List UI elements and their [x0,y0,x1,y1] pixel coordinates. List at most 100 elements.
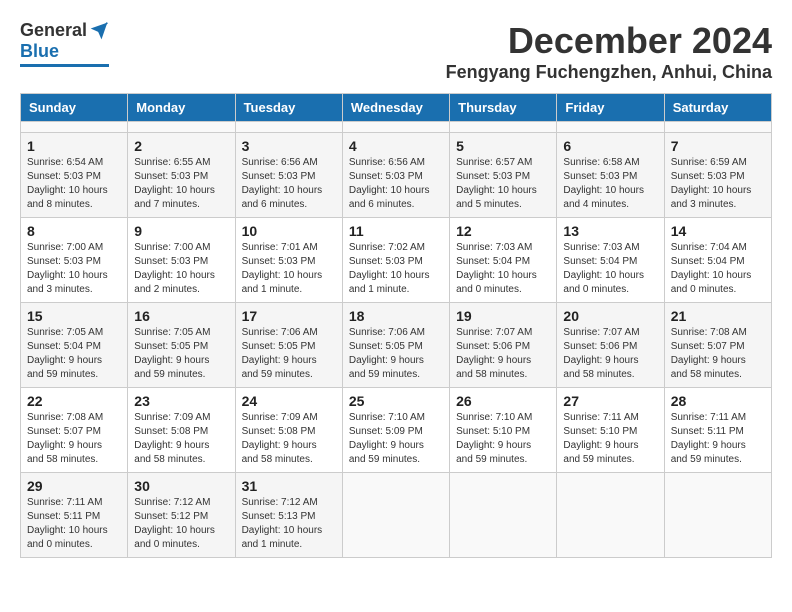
day-number: 19 [456,308,550,324]
calendar-cell: 19Sunrise: 7:07 AMSunset: 5:06 PMDayligh… [450,303,557,388]
day-number: 22 [27,393,121,409]
calendar-header-tuesday: Tuesday [235,94,342,122]
calendar-cell: 22 Sunrise: 7:08 AMSunset: 5:07 PMDayligh… [21,388,128,473]
calendar-week-row: 8 Sunrise: 7:00 AMSunset: 5:03 PMDaylight… [21,218,772,303]
calendar-week-row: 29 Sunrise: 7:11 AMSunset: 5:11 PMDayligh… [21,473,772,558]
calendar-cell: 30 Sunrise: 7:12 AMSunset: 5:12 PMDayligh… [128,473,235,558]
calendar-header-saturday: Saturday [664,94,771,122]
calendar-cell: 21 Sunrise: 7:08 AMSunset: 5:07 PMDayligh… [664,303,771,388]
day-number: 17 [242,308,336,324]
calendar-cell: 14 Sunrise: 7:04 AMSunset: 5:04 PMDayligh… [664,218,771,303]
calendar-header-sunday: Sunday [21,94,128,122]
day-info: Sunrise: 6:56 AMSunset: 5:03 PMDaylight:… [349,156,443,212]
day-info: Sunrise: 7:11 AMSunset: 5:11 PMDaylight:… [27,496,121,552]
day-number: 28 [671,393,765,409]
day-number: 24 [242,393,336,409]
calendar-cell: 25Sunrise: 7:10 AMSunset: 5:09 PMDayligh… [342,388,449,473]
calendar-cell [557,122,664,133]
day-number: 14 [671,223,765,239]
day-info: Sunrise: 7:11 AMSunset: 5:10 PMDaylight:… [563,411,657,467]
day-number: 8 [27,223,121,239]
day-number: 7 [671,138,765,154]
day-number: 1 [27,138,121,154]
calendar-cell [664,473,771,558]
day-number: 10 [242,223,336,239]
day-number: 4 [349,138,443,154]
day-info: Sunrise: 6:57 AMSunset: 5:03 PMDaylight:… [456,156,550,212]
day-number: 29 [27,478,121,494]
logo: General Blue [20,20,109,67]
day-info: Sunrise: 7:11 AMSunset: 5:11 PMDaylight:… [671,411,765,467]
day-info: Sunrise: 6:54 AMSunset: 5:03 PMDaylight:… [27,156,121,212]
day-number: 18 [349,308,443,324]
day-number: 2 [134,138,228,154]
day-info: Sunrise: 7:12 AMSunset: 5:13 PMDaylight:… [242,496,336,552]
calendar-header-monday: Monday [128,94,235,122]
day-number: 13 [563,223,657,239]
day-info: Sunrise: 6:55 AMSunset: 5:03 PMDaylight:… [134,156,228,212]
day-number: 11 [349,223,443,239]
day-number: 23 [134,393,228,409]
day-info: Sunrise: 7:05 AMSunset: 5:04 PMDaylight:… [27,326,121,382]
day-number: 12 [456,223,550,239]
day-number: 16 [134,308,228,324]
calendar-cell [342,473,449,558]
calendar-header-thursday: Thursday [450,94,557,122]
day-info: Sunrise: 7:01 AMSunset: 5:03 PMDaylight:… [242,241,336,297]
day-number: 20 [563,308,657,324]
calendar-cell: 3Sunrise: 6:56 AMSunset: 5:03 PMDaylight… [235,133,342,218]
day-number: 15 [27,308,121,324]
calendar-week-row [21,122,772,133]
calendar-cell: 23Sunrise: 7:09 AMSunset: 5:08 PMDayligh… [128,388,235,473]
day-number: 30 [134,478,228,494]
calendar-cell: 29 Sunrise: 7:11 AMSunset: 5:11 PMDayligh… [21,473,128,558]
day-info: Sunrise: 6:59 AMSunset: 5:03 PMDaylight:… [671,156,765,212]
calendar-table: SundayMondayTuesdayWednesdayThursdayFrid… [20,93,772,558]
calendar-week-row: 22 Sunrise: 7:08 AMSunset: 5:07 PMDayligh… [21,388,772,473]
calendar-cell: 9Sunrise: 7:00 AMSunset: 5:03 PMDaylight… [128,218,235,303]
calendar-cell [128,122,235,133]
calendar-cell: 16 Sunrise: 7:05 AMSunset: 5:05 PMDayligh… [128,303,235,388]
day-number: 5 [456,138,550,154]
day-info: Sunrise: 7:05 AMSunset: 5:05 PMDaylight:… [134,326,228,382]
calendar-cell [664,122,771,133]
day-info: Sunrise: 7:04 AMSunset: 5:04 PMDaylight:… [671,241,765,297]
day-info: Sunrise: 7:10 AMSunset: 5:10 PMDaylight:… [456,411,550,467]
calendar-cell: 18Sunrise: 7:06 AMSunset: 5:05 PMDayligh… [342,303,449,388]
logo-general-text: General [20,20,87,41]
calendar-cell [450,473,557,558]
calendar-week-row: 15 Sunrise: 7:05 AMSunset: 5:04 PMDayligh… [21,303,772,388]
day-number: 31 [242,478,336,494]
day-number: 26 [456,393,550,409]
calendar-cell: 31 Sunrise: 7:12 AMSunset: 5:13 PMDayligh… [235,473,342,558]
day-info: Sunrise: 7:03 AMSunset: 5:04 PMDaylight:… [456,241,550,297]
calendar-cell [235,122,342,133]
calendar-cell: 6 Sunrise: 6:58 AMSunset: 5:03 PMDaylight… [557,133,664,218]
calendar-cell: 2 Sunrise: 6:55 AMSunset: 5:03 PMDaylight… [128,133,235,218]
day-info: Sunrise: 6:56 AMSunset: 5:03 PMDaylight:… [242,156,336,212]
calendar-cell: 27 Sunrise: 7:11 AMSunset: 5:10 PMDayligh… [557,388,664,473]
calendar-cell: 26 Sunrise: 7:10 AMSunset: 5:10 PMDayligh… [450,388,557,473]
day-info: Sunrise: 7:00 AMSunset: 5:03 PMDaylight:… [134,241,228,297]
calendar-header-wednesday: Wednesday [342,94,449,122]
day-info: Sunrise: 6:58 AMSunset: 5:03 PMDaylight:… [563,156,657,212]
calendar-cell: 17Sunrise: 7:06 AMSunset: 5:05 PMDayligh… [235,303,342,388]
calendar-header-row: SundayMondayTuesdayWednesdayThursdayFrid… [21,94,772,122]
day-info: Sunrise: 7:07 AMSunset: 5:06 PMDaylight:… [563,326,657,382]
calendar-cell: 11Sunrise: 7:02 AMSunset: 5:03 PMDayligh… [342,218,449,303]
calendar-header-friday: Friday [557,94,664,122]
day-number: 27 [563,393,657,409]
calendar-cell: 15 Sunrise: 7:05 AMSunset: 5:04 PMDayligh… [21,303,128,388]
location-title: Fengyang Fuchengzhen, Anhui, China [446,62,772,83]
day-info: Sunrise: 7:12 AMSunset: 5:12 PMDaylight:… [134,496,228,552]
calendar-cell: 13Sunrise: 7:03 AMSunset: 5:04 PMDayligh… [557,218,664,303]
day-info: Sunrise: 7:08 AMSunset: 5:07 PMDaylight:… [27,411,121,467]
calendar-cell: 4 Sunrise: 6:56 AMSunset: 5:03 PMDaylight… [342,133,449,218]
calendar-cell: 8Sunrise: 7:00 AMSunset: 5:03 PMDaylight… [21,218,128,303]
day-number: 6 [563,138,657,154]
calendar-cell: 20 Sunrise: 7:07 AMSunset: 5:06 PMDayligh… [557,303,664,388]
calendar-cell [342,122,449,133]
day-number: 21 [671,308,765,324]
calendar-cell: 28 Sunrise: 7:11 AMSunset: 5:11 PMDayligh… [664,388,771,473]
day-info: Sunrise: 7:08 AMSunset: 5:07 PMDaylight:… [671,326,765,382]
